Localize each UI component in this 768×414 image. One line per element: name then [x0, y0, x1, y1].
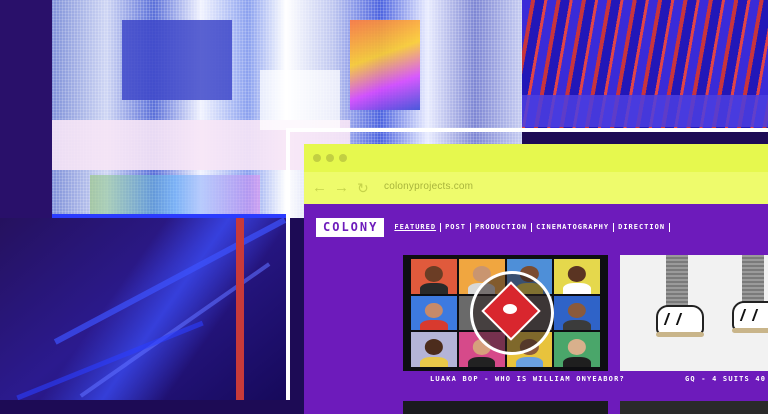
nav-link-production[interactable]: PRODUCTION [469, 222, 531, 232]
luaka-bop-emblem [470, 271, 554, 355]
colony-logo[interactable]: COLONY [316, 217, 385, 237]
nav-links: FEATURED POST PRODUCTION CINEMATOGRAPHY … [392, 222, 671, 232]
window-maximize-dot[interactable] [339, 154, 347, 162]
arrow-right-icon[interactable]: → [334, 179, 349, 197]
white-frame-vertical [286, 128, 290, 400]
sneaker-right [732, 301, 768, 333]
nav-link-direction[interactable]: DIRECTION [613, 222, 671, 232]
sneaker-left [656, 305, 704, 337]
project-caption-luaka-bop[interactable]: LUAKA BOP - WHO IS WILLIAM ONYEABOR? [430, 375, 625, 383]
glitch-bar [522, 95, 768, 127]
blue-frame-line [52, 214, 290, 218]
reload-icon[interactable]: ↻ [357, 179, 369, 197]
url-field[interactable]: colonyprojects.com [384, 181, 473, 192]
red-bar [236, 218, 244, 400]
project-caption-gq[interactable]: GQ - 4 SUITS 40 WAYS [685, 375, 768, 383]
website-content: COLONY FEATURED POST PRODUCTION CINEMATO… [304, 204, 768, 414]
project-thumbnail-luaka-bop[interactable] [403, 255, 608, 371]
nav-link-cinematography[interactable]: CINEMATOGRAPHY [531, 222, 613, 232]
address-bar: ← → ↻ colonyprojects.com [304, 172, 768, 204]
browser-titlebar [304, 144, 768, 172]
project-thumbnail-gq[interactable] [620, 255, 768, 371]
nav-link-post[interactable]: POST [440, 222, 470, 232]
white-frame-horizontal [286, 128, 768, 132]
site-navigation: COLONY FEATURED POST PRODUCTION CINEMATO… [316, 217, 671, 237]
project-thumbnail-row2-left[interactable] [403, 401, 608, 414]
project-thumbnail-row2-right[interactable] [620, 401, 768, 414]
window-close-dot[interactable] [313, 154, 321, 162]
browser-window: ← → ↻ colonyprojects.com COLONY FEATURED… [304, 144, 768, 414]
arrow-left-icon[interactable]: ← [312, 179, 327, 197]
nav-link-featured[interactable]: FEATURED [392, 223, 440, 232]
blue-streaks [0, 217, 290, 400]
window-minimize-dot[interactable] [326, 154, 334, 162]
